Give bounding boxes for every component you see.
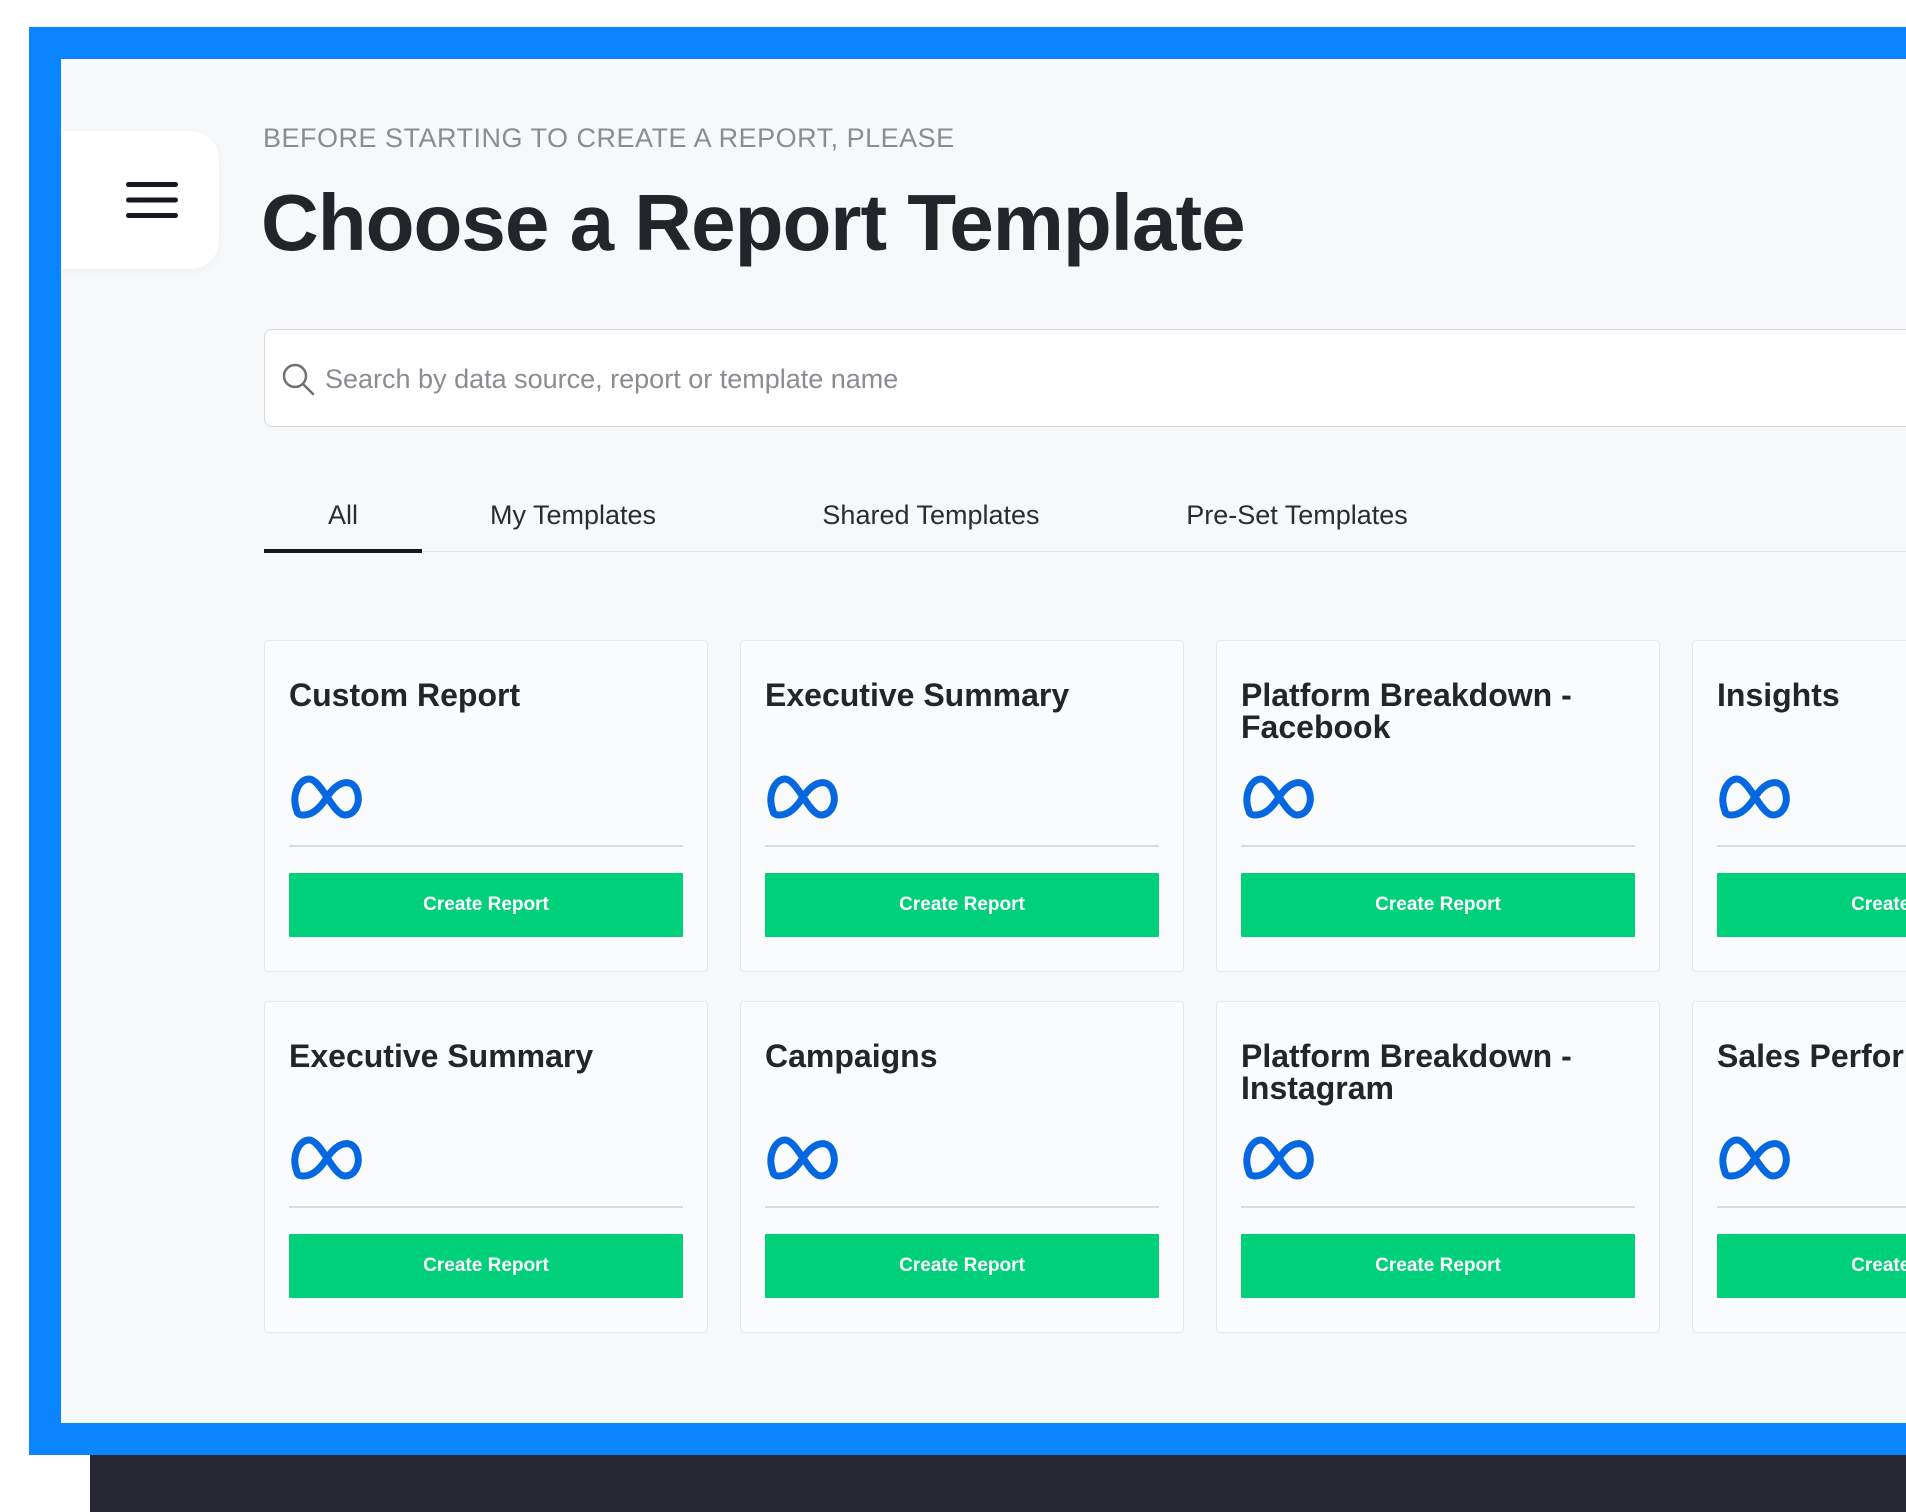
card-title: Platform Breakdown - Facebook <box>1241 677 1572 745</box>
card-divider <box>289 845 683 847</box>
template-tabs: All My Templates Shared Templates Pre-Se… <box>264 489 1906 553</box>
card-title: Campaigns <box>765 1038 938 1074</box>
card-divider <box>1241 845 1635 847</box>
search-icon <box>282 363 315 396</box>
page-title: Choose a Report Template <box>261 178 1246 267</box>
meta-logo-icon <box>1719 1136 1790 1180</box>
card-title: Insights <box>1717 677 1840 713</box>
meta-logo-icon <box>1243 1136 1314 1180</box>
card-divider <box>1241 1206 1635 1208</box>
page-eyebrow: BEFORE STARTING TO CREATE A REPORT, PLEA… <box>263 123 955 153</box>
tab-label: Pre-Set Templates <box>1186 500 1408 530</box>
card-divider <box>289 1206 683 1208</box>
tab-my-templates[interactable]: My Templates <box>468 489 678 551</box>
meta-logo-icon <box>291 1136 362 1180</box>
template-card-sales-performance: Sales Performance Create Report <box>1692 1001 1906 1333</box>
card-title: Executive Summary <box>289 1038 594 1074</box>
card-divider <box>1717 845 1906 847</box>
card-divider <box>765 1206 1159 1208</box>
tab-label: Shared Templates <box>822 500 1040 530</box>
meta-logo-icon <box>767 775 838 819</box>
app-window: BEFORE STARTING TO CREATE A REPORT, PLEA… <box>0 0 1906 1512</box>
menu-button[interactable] <box>61 131 219 269</box>
bottom-dark-bar <box>90 1455 1906 1512</box>
hamburger-menu-icon <box>126 182 178 218</box>
tab-shared-templates[interactable]: Shared Templates <box>806 489 1056 551</box>
meta-logo-icon <box>1719 775 1790 819</box>
meta-logo-icon <box>1243 775 1314 819</box>
meta-logo-icon <box>767 1136 838 1180</box>
template-card-executive-summary-2: Executive Summary Create Report <box>264 1001 708 1333</box>
template-card-executive-summary: Executive Summary Create Report <box>740 640 1184 972</box>
create-report-button[interactable]: Create Report <box>289 873 683 937</box>
card-title: Custom Report <box>289 677 521 713</box>
template-card-platform-breakdown-facebook: Platform Breakdown - Facebook Create Rep… <box>1216 640 1660 972</box>
tab-pre-set-templates[interactable]: Pre-Set Templates <box>1172 489 1422 551</box>
tab-label: My Templates <box>489 500 657 530</box>
card-title: Platform Breakdown - Instagram <box>1241 1038 1572 1106</box>
create-report-button[interactable]: Create Report <box>1241 1234 1635 1298</box>
template-card-platform-breakdown-instagram: Platform Breakdown - Instagram Create Re… <box>1216 1001 1660 1333</box>
tab-all[interactable]: All <box>264 489 422 553</box>
search-input[interactable] <box>323 350 1827 408</box>
create-report-button[interactable]: Create Report <box>1717 1234 1906 1298</box>
tab-label: All <box>327 500 358 530</box>
template-card-custom-report: Custom Report Create Report <box>264 640 708 972</box>
create-report-button[interactable]: Create Report <box>1241 873 1635 937</box>
create-report-button[interactable]: Create Report <box>765 1234 1159 1298</box>
card-divider <box>1717 1206 1906 1208</box>
create-report-button[interactable]: Create Report <box>289 1234 683 1298</box>
main-content: BEFORE STARTING TO CREATE A REPORT, PLEA… <box>61 59 1906 1423</box>
card-divider <box>765 845 1159 847</box>
card-title: Sales Performance <box>1717 1038 1906 1074</box>
template-card-insights: Insights Create Report <box>1692 640 1906 972</box>
search-box[interactable] <box>264 329 1906 427</box>
create-report-button[interactable]: Create Report <box>1717 873 1906 937</box>
template-card-campaigns: Campaigns Create Report <box>740 1001 1184 1333</box>
card-title: Executive Summary <box>765 677 1070 713</box>
meta-logo-icon <box>291 775 362 819</box>
create-report-button[interactable]: Create Report <box>765 873 1159 937</box>
